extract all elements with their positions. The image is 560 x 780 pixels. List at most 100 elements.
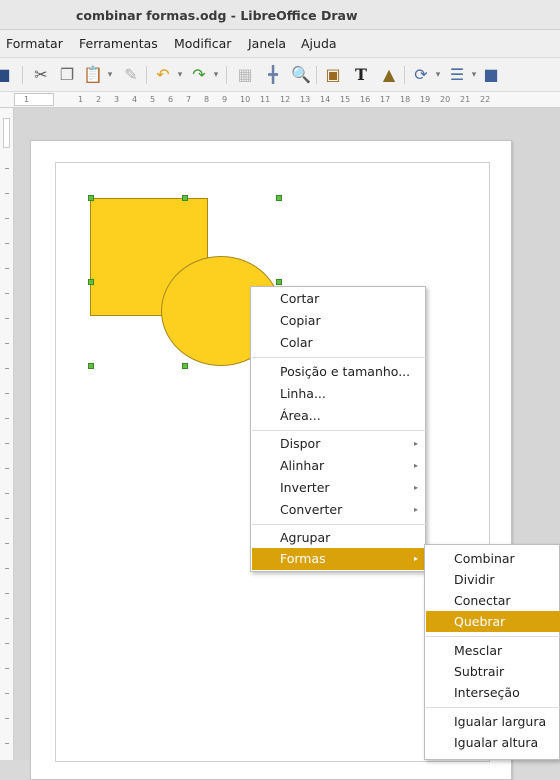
selection-handle-bottom-center[interactable] — [182, 363, 188, 369]
ruler-tick: 1 — [78, 95, 84, 104]
save-icon[interactable]: ■ — [0, 64, 14, 86]
context-menu-area[interactable]: Área... — [252, 405, 426, 427]
context-menu-shapes[interactable]: Formas ▸ — [252, 548, 426, 570]
submenu-equalize-width[interactable]: Igualar largura — [426, 711, 560, 732]
selection-handle-bottom-left[interactable] — [88, 363, 94, 369]
helplines-icon[interactable]: ╋ — [262, 64, 284, 86]
vertical-ruler-tick — [5, 243, 9, 244]
submenu-merge-label: Mesclar — [454, 643, 503, 658]
cut-icon[interactable]: ✂ — [30, 64, 52, 86]
ruler-tick: 10 — [240, 95, 251, 104]
vertical-ruler-tick — [5, 168, 9, 169]
vertical-ruler-tick — [5, 418, 9, 419]
ruler-tick: 1 — [24, 95, 30, 104]
context-menu-align-label: Alinhar — [280, 458, 325, 473]
ruler-tick: 7 — [186, 95, 192, 104]
submenu-separator — [426, 707, 560, 708]
submenu-arrow-icon: ▸ — [413, 439, 418, 448]
selection-handle-top-left[interactable] — [88, 195, 94, 201]
ruler-tick: 18 — [400, 95, 411, 104]
menu-janela[interactable]: Janela — [248, 36, 286, 51]
paste-icon[interactable]: 📋 — [82, 64, 104, 86]
submenu-equalize-height[interactable]: Igualar altura — [426, 732, 560, 753]
menu-ajuda[interactable]: Ajuda — [301, 36, 337, 51]
redo-icon[interactable]: ↷ — [188, 64, 210, 86]
submenu-arrow-icon: ▸ — [413, 554, 418, 563]
ruler-tick: 3 — [114, 95, 120, 104]
selection-handle-middle-left[interactable] — [88, 279, 94, 285]
undo-dropdown-icon[interactable]: ▾ — [176, 68, 184, 82]
vertical-ruler-tick — [5, 718, 9, 719]
context-menu-convert[interactable]: Converter ▸ — [252, 499, 426, 521]
submenu-break[interactable]: Quebrar — [426, 611, 560, 632]
grid-icon[interactable]: ▦ — [234, 64, 256, 86]
paste-dropdown-icon[interactable]: ▾ — [106, 68, 114, 82]
submenu-merge[interactable]: Mesclar — [426, 640, 560, 661]
ruler-tick: 8 — [204, 95, 210, 104]
submenu-subtract[interactable]: Subtrair — [426, 661, 560, 682]
ruler-tick: 16 — [360, 95, 371, 104]
context-menu-copy[interactable]: Copiar — [252, 310, 426, 332]
menu-modificar[interactable]: Modificar — [174, 36, 231, 51]
vertical-ruler-tick — [5, 318, 9, 319]
toolbar-separator — [146, 66, 147, 84]
ruler-indent-marker — [14, 93, 54, 106]
menubar: Formatar Ferramentas Modificar Janela Aj… — [0, 30, 560, 58]
redo-dropdown-icon[interactable]: ▾ — [212, 68, 220, 82]
image-icon[interactable]: ▣ — [322, 64, 344, 86]
submenu-arrow-icon: ▸ — [413, 505, 418, 514]
context-menu-position-size-label: Posição e tamanho... — [280, 364, 411, 379]
fontwork-icon[interactable]: ▲ — [378, 64, 400, 86]
selection-handle-top-center[interactable] — [182, 195, 188, 201]
ruler-tick: 20 — [440, 95, 451, 104]
context-menu-convert-label: Converter — [280, 502, 343, 517]
ruler-tick: 22 — [480, 95, 491, 104]
context-menu-align[interactable]: Alinhar ▸ — [252, 455, 426, 477]
ruler-tick: 5 — [150, 95, 156, 104]
vertical-ruler-tick — [5, 343, 9, 344]
submenu-subtract-label: Subtrair — [454, 664, 505, 679]
vertical-ruler-tick — [5, 443, 9, 444]
submenu-connect[interactable]: Conectar — [426, 590, 560, 611]
ruler-tick: 6 — [168, 95, 174, 104]
zoom-icon[interactable]: 🔍 — [290, 64, 312, 86]
submenu-split[interactable]: Dividir — [426, 569, 560, 590]
horizontal-ruler[interactable]: 1 1 2 3 4 5 6 7 8 9 10 11 12 13 14 15 16… — [0, 92, 560, 108]
vertical-ruler-tick — [5, 518, 9, 519]
context-menu-group[interactable]: Agrupar — [252, 527, 426, 549]
vertical-ruler-tick — [5, 643, 9, 644]
menu-ferramentas[interactable]: Ferramentas — [79, 36, 158, 51]
context-menu-position-size[interactable]: Posição e tamanho... — [252, 361, 426, 383]
submenu-combine[interactable]: Combinar — [426, 548, 560, 569]
selection-handle-middle-right[interactable] — [276, 279, 282, 285]
context-menu-paste[interactable]: Colar — [252, 332, 426, 354]
vertical-ruler-tick — [5, 368, 9, 369]
vertical-ruler[interactable] — [0, 108, 14, 760]
context-menu-cut[interactable]: Cortar — [252, 288, 426, 310]
context-menu-flip-label: Inverter — [280, 480, 330, 495]
align-dropdown-icon[interactable]: ▾ — [470, 68, 478, 82]
arrange-icon[interactable]: ■ — [480, 64, 502, 86]
context-menu-cut-label: Cortar — [280, 291, 320, 306]
vertical-ruler-tick — [5, 218, 9, 219]
submenu-combine-label: Combinar — [454, 551, 515, 566]
submenu-intersect[interactable]: Interseção — [426, 682, 560, 703]
vertical-ruler-tick — [5, 543, 9, 544]
clone-formatting-icon[interactable]: ✎ — [120, 64, 142, 86]
submenu-intersect-label: Interseção — [454, 685, 520, 700]
rotate-dropdown-icon[interactable]: ▾ — [434, 68, 442, 82]
rotate-icon[interactable]: ⟳ — [410, 64, 432, 86]
align-icon[interactable]: ☰ — [446, 64, 468, 86]
context-menu-arrange[interactable]: Dispor ▸ — [252, 433, 426, 455]
vertical-ruler-tick — [5, 493, 9, 494]
textbox-icon[interactable]: T — [350, 64, 372, 86]
context-menu-line[interactable]: Linha... — [252, 383, 426, 405]
menu-formatar[interactable]: Formatar — [6, 36, 63, 51]
selection-handle-top-right[interactable] — [276, 195, 282, 201]
vertical-ruler-tick — [5, 618, 9, 619]
undo-icon[interactable]: ↶ — [152, 64, 174, 86]
context-menu-flip[interactable]: Inverter ▸ — [252, 477, 426, 499]
submenu-connect-label: Conectar — [454, 593, 511, 608]
ruler-tick: 21 — [460, 95, 471, 104]
copy-icon[interactable]: ❐ — [56, 64, 78, 86]
